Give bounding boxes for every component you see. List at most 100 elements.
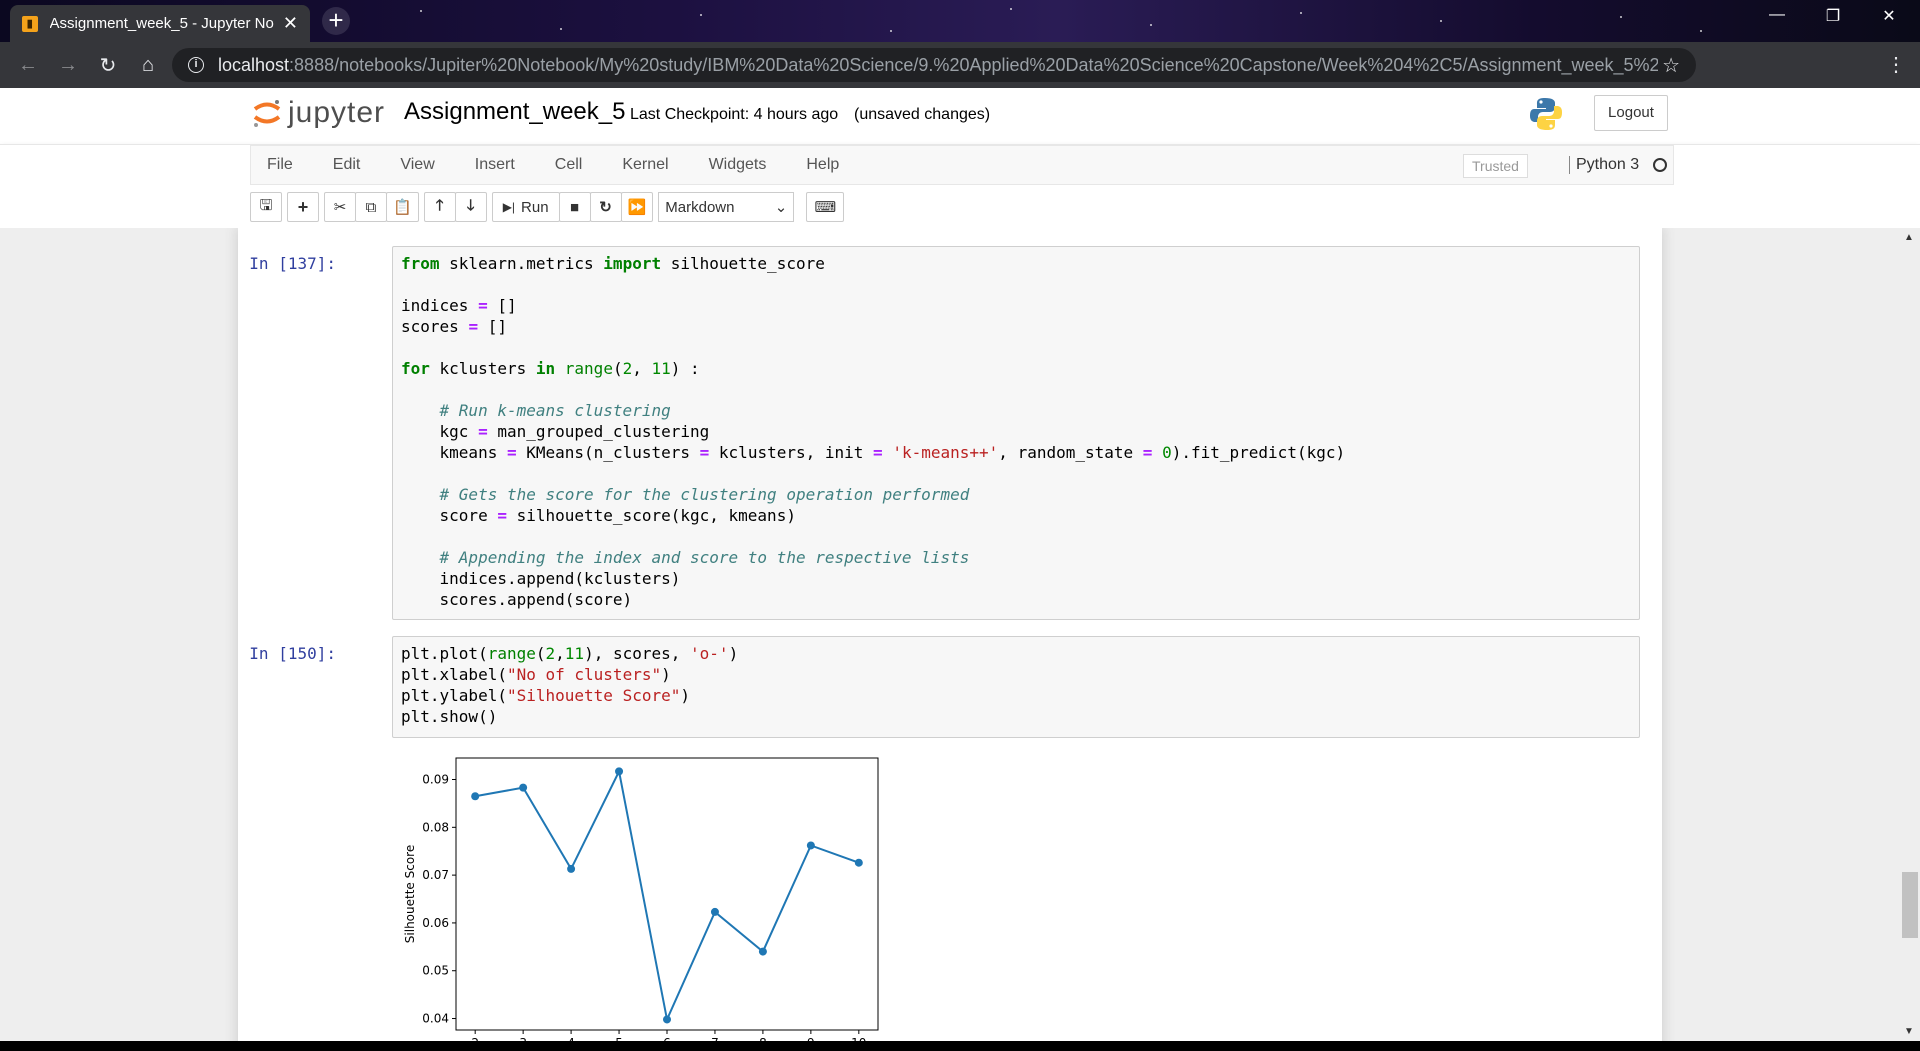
- data-point: [567, 864, 576, 873]
- code-line: scores = []: [401, 317, 507, 336]
- step-forward-icon: ▶|: [502, 200, 516, 214]
- code-line: plt.xlabel("No of clusters"): [401, 665, 671, 684]
- background-star: [560, 28, 562, 30]
- url-text: localhost:8888/notebooks/Jupiter%20Noteb…: [218, 55, 1658, 76]
- y-tick-label: 0.04: [422, 1012, 449, 1026]
- browser-tab[interactable]: ▮ Assignment_week_5 - Jupyter No ✕: [10, 5, 310, 42]
- code-line: from sklearn.metrics import silhouette_s…: [401, 254, 825, 273]
- code-line: # Appending the index and score to the r…: [439, 548, 970, 567]
- scroll-down-icon[interactable]: ▼: [1904, 1026, 1914, 1037]
- address-bar[interactable]: i localhost:8888/notebooks/Jupiter%20Not…: [172, 48, 1696, 82]
- url-path: :8888/notebooks/Jupiter%20Notebook/My%20…: [289, 54, 1658, 75]
- menu-widgets[interactable]: Widgets: [693, 156, 791, 174]
- y-tick-label: 0.09: [422, 773, 449, 787]
- silhouette-score-chart: 0.040.050.060.070.080.092345678910Silhou…: [403, 757, 879, 1041]
- data-point: [758, 947, 767, 956]
- reload-icon[interactable]: ↻: [88, 53, 128, 78]
- back-arrow-icon[interactable]: ←: [8, 54, 48, 77]
- menu-insert[interactable]: Insert: [459, 156, 539, 174]
- scroll-up-icon[interactable]: ▲: [1904, 232, 1914, 243]
- jupyter-logo[interactable]: jupyter: [252, 96, 385, 130]
- y-tick-label: 0.05: [422, 964, 449, 978]
- y-tick-label: 0.08: [422, 820, 449, 834]
- new-tab-button[interactable]: +: [322, 7, 350, 35]
- background-star: [1300, 12, 1302, 14]
- minimize-icon[interactable]: —: [1754, 6, 1800, 24]
- code-cell[interactable]: plt.plot(range(2,11), scores, 'o-') plt.…: [392, 636, 1640, 738]
- menu-help[interactable]: Help: [790, 156, 863, 174]
- kernel-idle-icon: [1653, 158, 1667, 172]
- home-icon[interactable]: ⌂: [128, 54, 168, 77]
- code-line: indices = []: [401, 296, 517, 315]
- menu-cell[interactable]: Cell: [539, 156, 607, 174]
- tab-title: Assignment_week_5 - Jupyter No: [49, 15, 274, 32]
- taskbar-edge: [0, 1041, 1920, 1051]
- forward-arrow-icon[interactable]: →: [48, 54, 88, 77]
- jupyter-logo-text: jupyter: [288, 96, 386, 129]
- tab-close-icon[interactable]: ✕: [283, 13, 298, 34]
- code-line: plt.show(): [401, 707, 498, 726]
- jupyter-logo-icon: [252, 98, 282, 128]
- data-point: [806, 841, 815, 850]
- trusted-indicator[interactable]: Trusted: [1463, 154, 1528, 178]
- restart-run-all-icon[interactable]: ⏩: [620, 192, 654, 222]
- menu-file[interactable]: File: [251, 156, 317, 174]
- code-editor[interactable]: plt.plot(range(2,11), scores, 'o-') plt.…: [401, 643, 738, 727]
- menu-kernel[interactable]: Kernel: [606, 156, 692, 174]
- jupyter-header: jupyter Assignment_week_5 Last Checkpoin…: [0, 88, 1920, 144]
- background-star: [1010, 8, 1012, 10]
- save-icon[interactable]: 🖫: [250, 192, 282, 222]
- browser-toolbar: ← → ↻ ⌂ i localhost:8888/notebooks/Jupit…: [0, 42, 1920, 122]
- logout-button[interactable]: Logout: [1594, 95, 1668, 131]
- chevron-down-icon: ⌄: [774, 199, 788, 216]
- background-star: [700, 14, 702, 16]
- code-line: score = silhouette_score(kgc, kmeans): [401, 506, 796, 525]
- browser-menu-icon[interactable]: ⋮: [1876, 52, 1916, 77]
- y-axis-label: Silhouette Score: [403, 845, 417, 943]
- code-line: kgc = man_grouped_clustering: [401, 422, 710, 441]
- run-label: Run: [521, 198, 549, 216]
- paste-icon[interactable]: 📋: [386, 192, 419, 222]
- menu-edit[interactable]: Edit: [317, 156, 385, 174]
- run-button[interactable]: ▶| Run: [491, 192, 560, 222]
- code-editor[interactable]: from sklearn.metrics import silhouette_s…: [401, 253, 1345, 610]
- notebook-name[interactable]: Assignment_week_5: [404, 98, 625, 126]
- background-star: [1700, 30, 1702, 32]
- cell-type-select[interactable]: Markdown ⌄: [658, 192, 795, 222]
- restore-icon[interactable]: ❐: [1810, 6, 1856, 26]
- autosave-status: (unsaved changes): [854, 106, 991, 123]
- data-point: [663, 1015, 671, 1024]
- notebook-menu-container: File Edit View Insert Cell Kernel Widget…: [0, 144, 1920, 228]
- code-line: scores.append(score): [401, 590, 633, 609]
- input-prompt: In [137]:: [249, 254, 336, 273]
- notebook-favicon-icon: ▮: [22, 15, 38, 32]
- menu-bar: File Edit View Insert Cell Kernel Widget…: [250, 145, 1674, 185]
- browser-title-bar: ▮ Assignment_week_5 - Jupyter No ✕ + — ❐…: [0, 0, 1920, 42]
- restart-icon[interactable]: ↻: [589, 192, 622, 222]
- insert-cell-below-icon[interactable]: +: [287, 192, 319, 222]
- move-down-icon[interactable]: 🡓: [454, 192, 487, 222]
- interrupt-icon[interactable]: ■: [558, 192, 591, 222]
- window-close-icon[interactable]: ✕: [1866, 6, 1912, 26]
- keyboard-shortcuts-icon[interactable]: ⌨: [806, 192, 845, 222]
- notebook-scroll-area[interactable]: In [137]: from sklearn.metrics import si…: [0, 228, 1920, 1041]
- bookmark-star-icon[interactable]: ☆: [1662, 53, 1680, 78]
- menu-view[interactable]: View: [384, 156, 458, 174]
- cut-icon[interactable]: ✂: [324, 192, 356, 222]
- code-line: plt.ylabel("Silhouette Score"): [401, 686, 690, 705]
- cell-type-value: Markdown: [665, 198, 735, 216]
- background-star: [1620, 16, 1622, 18]
- site-info-icon[interactable]: i: [188, 57, 204, 73]
- input-prompt: In [150]:: [249, 644, 336, 663]
- move-up-icon[interactable]: 🡑: [423, 192, 456, 222]
- y-tick-label: 0.07: [422, 868, 449, 882]
- code-line: indices.append(kclusters): [401, 569, 681, 588]
- code-cell[interactable]: from sklearn.metrics import silhouette_s…: [392, 246, 1640, 620]
- scrollbar-thumb[interactable]: [1902, 872, 1918, 938]
- url-host: localhost: [218, 54, 290, 75]
- copy-icon[interactable]: ⧉: [355, 192, 387, 222]
- background-star: [420, 10, 422, 12]
- code-line: # Run k-means clustering: [439, 401, 671, 420]
- plot-frame: [455, 757, 879, 1031]
- notebook-toolbar: 🖫 + ✂ ⧉ 📋 🡑 🡓 ▶| Run ■ ↻ ⏩ Markdown ⌄ ⌨: [250, 191, 845, 223]
